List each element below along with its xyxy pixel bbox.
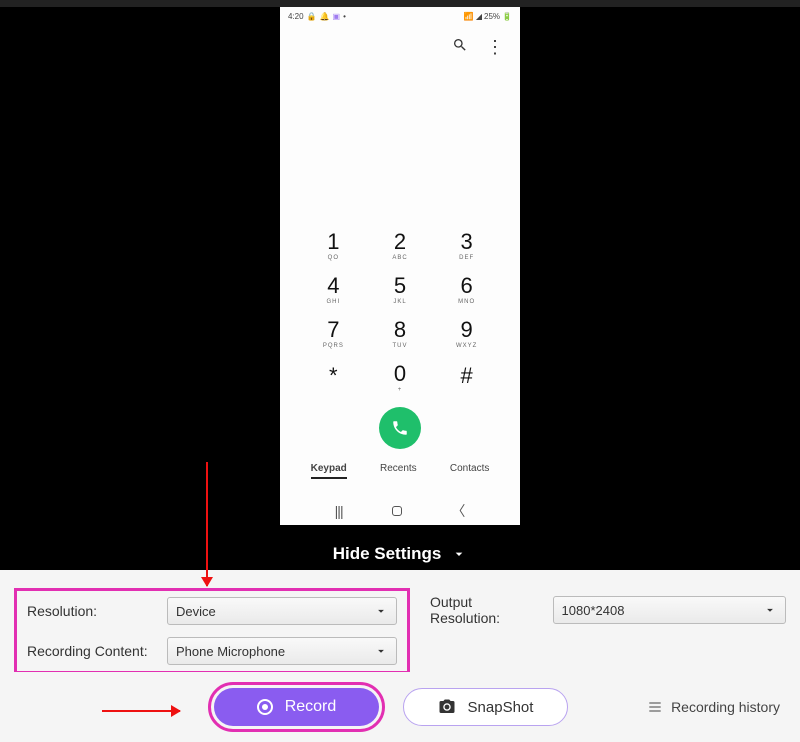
recording-history-label: Recording history	[671, 699, 780, 715]
phone-icon	[391, 419, 409, 437]
search-icon[interactable]	[452, 37, 468, 58]
dialpad-letters: QO	[300, 255, 367, 261]
record-icon	[257, 699, 273, 715]
android-nav-bar: ||| 〈	[280, 497, 520, 525]
chevron-down-icon	[374, 644, 388, 658]
record-label: Record	[285, 698, 337, 716]
window-top-bar	[0, 0, 800, 7]
dialpad-key-5[interactable]: 5 JKL	[367, 275, 434, 305]
settings-highlight-box: Resolution: Device Recording Content: Ph…	[14, 588, 410, 674]
dialpad-digit: 2	[367, 231, 434, 253]
chevron-down-icon	[374, 604, 388, 618]
output-resolution-select[interactable]: 1080*2408	[553, 596, 786, 624]
record-button[interactable]: Record	[214, 688, 379, 726]
dialpad-letters: MNO	[433, 299, 500, 305]
dialpad-key-6[interactable]: 6 MNO	[433, 275, 500, 305]
dialpad-key-9[interactable]: 9 WXYZ	[433, 319, 500, 349]
tab-recents[interactable]: Recents	[380, 463, 417, 479]
dialpad-key-#[interactable]: #	[433, 363, 500, 393]
phone-tabs: Keypad Recents Contacts	[280, 459, 520, 487]
dialpad-letters: PQRS	[300, 343, 367, 349]
resolution-select[interactable]: Device	[167, 597, 397, 625]
recording-content-value: Phone Microphone	[176, 644, 285, 659]
dialpad-digit: 1	[300, 231, 367, 253]
settings-panel: Resolution: Device Recording Content: Ph…	[0, 570, 800, 672]
record-highlight-box: Record	[208, 682, 385, 732]
dialpad-key-1[interactable]: 1 QO	[300, 231, 367, 261]
tab-contacts[interactable]: Contacts	[450, 463, 489, 479]
snapshot-label: SnapShot	[468, 699, 534, 716]
call-button[interactable]	[379, 407, 421, 449]
list-icon	[647, 699, 663, 715]
signal-icon: ◢	[476, 12, 482, 21]
dialpad-key-*[interactable]: *	[300, 363, 367, 393]
dialpad-key-2[interactable]: 2 ABC	[367, 231, 434, 261]
dialpad-key-4[interactable]: 4 GHI	[300, 275, 367, 305]
lock-icon: 🔒	[307, 12, 317, 21]
dialpad-digit: 4	[300, 275, 367, 297]
recording-history-link[interactable]: Recording history	[647, 699, 780, 715]
nav-home-icon[interactable]	[392, 503, 402, 519]
annotation-arrow-down	[206, 462, 208, 586]
dialpad-key-3[interactable]: 3 DEF	[433, 231, 500, 261]
dialpad-letters: JKL	[367, 299, 434, 305]
phone-mirror-area: 4:20 🔒 🔔 ▣ • 📶 ◢ 25% 🔋 ⋮ 1 QO2 ABC 3 DEF 4 GHI…	[0, 7, 800, 537]
dialpad-digit: 9	[433, 319, 500, 341]
recording-content-select[interactable]: Phone Microphone	[167, 637, 397, 665]
app-icon: ▣	[333, 12, 341, 21]
dialpad-digit: *	[300, 363, 367, 389]
dialpad-key-0[interactable]: 0+	[367, 363, 434, 393]
output-resolution-value: 1080*2408	[562, 603, 625, 618]
dialpad-letters: ABC	[367, 255, 434, 261]
action-bar: Record SnapShot Recording history	[0, 672, 800, 742]
nav-back-icon[interactable]: 〈	[451, 501, 465, 521]
tab-keypad[interactable]: Keypad	[311, 463, 347, 479]
bell-icon: 🔔	[320, 12, 330, 21]
annotation-arrow-right	[102, 710, 180, 712]
output-resolution-label: Output Resolution:	[430, 594, 543, 626]
snapshot-button[interactable]: SnapShot	[403, 688, 568, 726]
resolution-value: Device	[176, 604, 216, 619]
dialpad-digit: 7	[300, 319, 367, 341]
dialpad-letters: GHI	[300, 299, 367, 305]
phone-screen: 4:20 🔒 🔔 ▣ • 📶 ◢ 25% 🔋 ⋮ 1 QO2 ABC 3 DEF 4 GHI…	[280, 7, 520, 525]
dot-icon: •	[343, 12, 346, 21]
hide-settings-label: Hide Settings	[333, 544, 442, 564]
dialpad-digit: 8	[367, 319, 434, 341]
dialpad-digit: 3	[433, 231, 500, 253]
recording-content-label: Recording Content:	[27, 643, 157, 659]
camera-icon	[438, 698, 456, 716]
chevron-down-icon	[763, 603, 777, 617]
resolution-label: Resolution:	[27, 603, 157, 619]
dialpad: 1QO2ABC3DEF4GHI5JKL6MNO7PQRS8TUV9WXYZ*0+…	[280, 69, 520, 497]
phone-status-bar: 4:20 🔒 🔔 ▣ • 📶 ◢ 25% 🔋	[280, 7, 520, 25]
nav-recents-icon[interactable]: |||	[335, 503, 343, 519]
dialpad-digit: 6	[433, 275, 500, 297]
status-time: 4:20	[288, 12, 304, 21]
dialpad-letters: +	[367, 387, 434, 393]
dialpad-key-7[interactable]: 7 PQRS	[300, 319, 367, 349]
dialpad-letters: TUV	[367, 343, 434, 349]
wifi-icon: 📶	[464, 12, 474, 21]
dialpad-letters: DEF	[433, 255, 500, 261]
chevron-down-icon	[451, 546, 467, 562]
battery-text: 25%	[484, 12, 500, 21]
more-icon[interactable]: ⋮	[486, 38, 504, 56]
dialpad-letters: WXYZ	[433, 343, 500, 349]
dialpad-digit: #	[433, 363, 500, 389]
dialpad-digit: 0	[367, 363, 434, 385]
phone-toolbar: ⋮	[280, 25, 520, 69]
dialpad-digit: 5	[367, 275, 434, 297]
battery-icon: 🔋	[502, 12, 512, 21]
dialpad-key-8[interactable]: 8 TUV	[367, 319, 434, 349]
hide-settings-toggle[interactable]: Hide Settings	[0, 537, 800, 570]
